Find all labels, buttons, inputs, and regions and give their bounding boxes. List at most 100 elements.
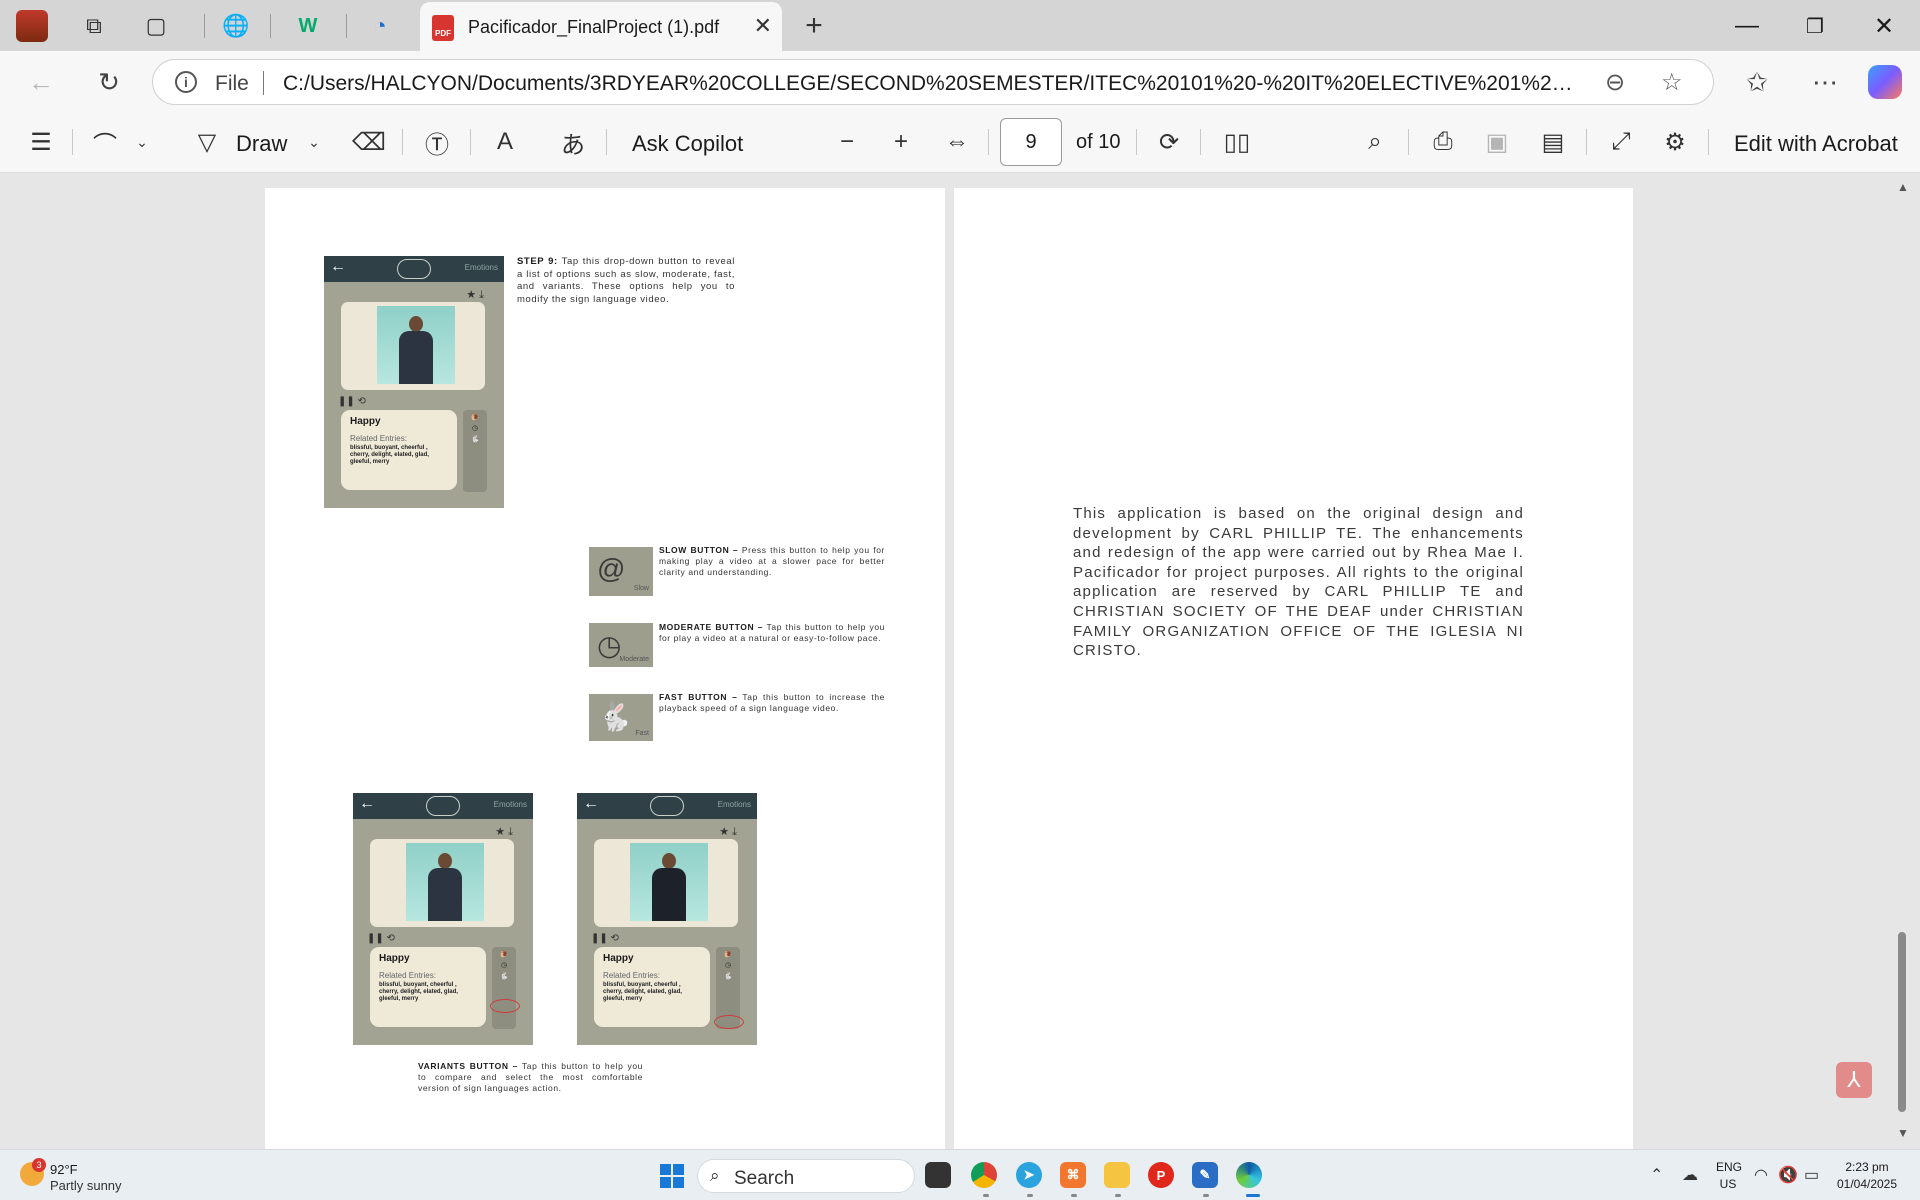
close-tab-icon[interactable]: ✕ [754, 13, 772, 39]
more-options-icon[interactable]: ⋯ [1806, 63, 1844, 101]
draw-button[interactable]: Draw [236, 131, 287, 157]
clock-time[interactable]: 2:23 pm [1832, 1160, 1902, 1174]
minimize-icon[interactable]: — [1727, 8, 1767, 44]
loading-tab-icon[interactable]: ◔ [362, 8, 398, 44]
url-scheme-label: File [215, 72, 249, 95]
wifi-icon[interactable]: ◠ [1754, 1165, 1768, 1185]
separator [1200, 129, 1201, 155]
moderate-label: MODERATE BUTTON – [659, 622, 764, 632]
info-icon[interactable]: i [175, 71, 197, 93]
search-label: Search [734, 1168, 795, 1189]
translate-icon[interactable]: あ [556, 123, 590, 161]
telegram-icon[interactable]: ➤ [1016, 1162, 1042, 1188]
fit-page-icon[interactable]: ⇔ [940, 123, 974, 161]
acrobat-icon[interactable]: ⅄ [1836, 1062, 1872, 1098]
video-frame [594, 839, 738, 927]
pdf-viewer[interactable]: ← Emotions ★ ⤓ ❚❚ ⟲ Happy Related Entrie… [0, 174, 1920, 1149]
show-hidden-icons-chevron[interactable]: ⌃ [1650, 1165, 1663, 1185]
save-icon[interactable]: ▣ [1480, 123, 1514, 161]
pdf-toolbar: ☰ ⌒ ⌄ ▽ Draw ⌄ ⌫ Ⓣ A あ Ask Copilot − + ⇔… [0, 111, 1920, 173]
chevron-down-icon[interactable]: ⌄ [304, 123, 324, 161]
tab-active-pdf[interactable]: PDF Pacificador_FinalProject (1).pdf ✕ [420, 2, 782, 51]
app-screenshot-variants-1: ← Emotions ★ ⤓ ❚❚ ⟲ Happy Related Entrie… [353, 793, 533, 1045]
vertical-tabs-icon[interactable]: ▢ [138, 8, 174, 44]
weather-desc[interactable]: Partly sunny [50, 1178, 122, 1193]
address-bar[interactable]: i File C:/Users/HALCYON/Documents/3RDYEA… [152, 59, 1714, 105]
snail-icon: @ [597, 553, 626, 584]
profile-icon[interactable] [14, 8, 50, 44]
eraser-icon[interactable]: ⌫ [352, 123, 386, 161]
page-total: of 10 [1076, 131, 1121, 153]
moderate-text: MODERATE BUTTON – Tap this button to hel… [659, 622, 885, 644]
volume-muted-icon[interactable]: 🔇 [1778, 1165, 1798, 1185]
language-code[interactable]: ENG [1716, 1160, 1742, 1174]
back-arrow-icon: ← [359, 795, 375, 812]
read-aloud-icon[interactable]: A [488, 123, 522, 161]
copilot-icon[interactable] [1868, 65, 1902, 99]
favorites-icon[interactable]: ✩ [1738, 63, 1776, 101]
slow-thumbnail: @ Slow [589, 547, 653, 596]
navigation-bar: ← ↻ i File C:/Users/HALCYON/Documents/3R… [0, 51, 1920, 111]
battery-icon[interactable]: ▭ [1804, 1165, 1819, 1185]
vertical-scrollbar[interactable]: ▲ ▼ [1893, 180, 1911, 1140]
folder-icon[interactable] [1104, 1162, 1130, 1188]
print-icon[interactable]: ⎙ [1426, 123, 1460, 161]
chrome-icon[interactable] [971, 1162, 997, 1188]
rotate-icon[interactable]: ⟳ [1152, 123, 1186, 161]
back-icon[interactable]: ← [22, 63, 60, 101]
edit-with-acrobat-button[interactable]: Edit with Acrobat [1734, 131, 1898, 157]
restore-icon[interactable]: ❐ [1795, 8, 1835, 44]
app-logo [426, 796, 460, 816]
start-icon[interactable] [660, 1164, 684, 1188]
card-words: blissful, buoyant, cheerful , cherry, de… [379, 982, 458, 1002]
scrollbar-thumb[interactable] [1898, 932, 1906, 1112]
page-view-icon[interactable]: ▯▯ [1220, 123, 1254, 161]
tab-title: Pacificador_FinalProject (1).pdf [468, 17, 720, 37]
favorite-star-icon[interactable]: ☆ [1661, 68, 1683, 97]
app-logo [650, 796, 684, 816]
url-text[interactable]: C:/Users/HALCYON/Documents/3RDYEAR%20COL… [283, 72, 1573, 96]
clock-date[interactable]: 01/04/2025 [1832, 1177, 1902, 1191]
scroll-down-icon[interactable]: ▼ [1897, 1126, 1909, 1140]
add-text-icon[interactable]: Ⓣ [420, 123, 454, 161]
fast-thumbnail: 🐇 Fast [589, 694, 653, 741]
separator [988, 129, 989, 155]
contents-icon[interactable]: ☰ [24, 123, 58, 161]
sign-language-video [377, 306, 455, 384]
pinterest-icon[interactable]: P [1148, 1162, 1174, 1188]
weather-temp[interactable]: 92°F [50, 1162, 78, 1177]
search-icon[interactable]: ⌕ [1358, 123, 1392, 161]
favorite-download-icons: ★ ⤓ [466, 289, 484, 301]
settings-icon[interactable]: ⚙ [1658, 123, 1692, 161]
refresh-icon[interactable]: ↻ [90, 63, 128, 101]
whiteboard-icon[interactable]: ✎ [1192, 1162, 1218, 1188]
xampp-icon[interactable]: ⌘ [1060, 1162, 1086, 1188]
new-tab-button[interactable]: + [796, 8, 832, 44]
region-code[interactable]: US [1716, 1177, 1740, 1191]
zoom-in-icon[interactable]: + [884, 123, 918, 161]
sign-language-video [406, 843, 484, 921]
onedrive-icon[interactable]: ☁ [1682, 1165, 1698, 1185]
edge-icon[interactable] [1236, 1162, 1262, 1188]
file-explorer-dark-icon[interactable] [925, 1162, 951, 1188]
zoom-icon[interactable]: ⊖ [1605, 68, 1625, 97]
taskbar-search[interactable]: ⌕ Search [697, 1159, 915, 1193]
workspaces-icon[interactable]: ⧉ [76, 8, 112, 44]
close-window-icon[interactable]: ✕ [1864, 8, 1904, 44]
chevron-down-icon[interactable]: ⌄ [132, 123, 152, 161]
save-as-icon[interactable]: ▤ [1536, 123, 1570, 161]
ask-copilot-button[interactable]: Ask Copilot [632, 131, 743, 157]
scroll-up-icon[interactable]: ▲ [1897, 180, 1909, 194]
separator [270, 14, 271, 38]
pause-replay-icons: ❚❚ ⟲ [367, 933, 395, 944]
pdf-file-icon: PDF [432, 15, 454, 41]
globe-tab-icon[interactable]: 🌐 [218, 8, 254, 44]
draw-icon[interactable]: ▽ [190, 123, 224, 161]
highlight-icon[interactable]: ⌒ [88, 123, 122, 161]
page-number-input[interactable]: 9 [1000, 118, 1062, 166]
fullscreen-icon[interactable]: ⤢ [1604, 123, 1638, 161]
thumb-label: Slow [633, 585, 649, 592]
zoom-out-icon[interactable]: − [830, 123, 864, 161]
w3schools-tab-icon[interactable]: W [290, 8, 326, 44]
title-bar: ⧉ ▢ 🌐 W ◔ PDF Pacificador_FinalProject (… [0, 0, 1920, 51]
